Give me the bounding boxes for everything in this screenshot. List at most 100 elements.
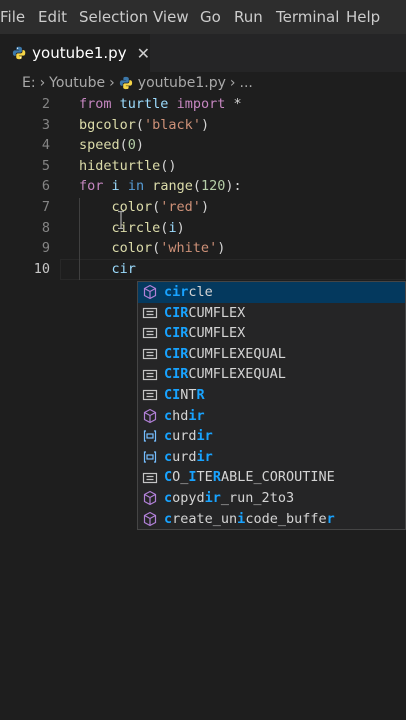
- breadcrumb-drive[interactable]: E:: [22, 75, 36, 91]
- menu-bar: File Edit Selection View Go Run Terminal…: [0, 0, 406, 34]
- code-line[interactable]: 8 circle(i): [0, 218, 406, 239]
- chevron-right-icon: ›: [39, 75, 46, 91]
- autocomplete-popup: circle CIRCUMFLEX CIRCUMFLEX CIRCUMFLEXEQUA…: [137, 281, 406, 530]
- code-token: turtle: [119, 96, 169, 112]
- label-part: CIR: [164, 366, 189, 383]
- breadcrumb-file[interactable]: youtube1.py: [138, 75, 226, 91]
- code-text: circle(i): [79, 218, 185, 239]
- suggestion-item[interactable]: CINTR: [138, 385, 405, 406]
- tab-title: youtube1.py: [32, 44, 127, 62]
- suggestion-label: CINTR: [164, 385, 205, 406]
- suggestion-item[interactable]: CIRCUMFLEXEQUAL: [138, 344, 405, 365]
- tab-youtube1[interactable]: youtube1.py ✕: [0, 34, 150, 72]
- label-part: ABLE_COROUTINE: [220, 469, 335, 486]
- code-line[interactable]: 7 color('red'): [0, 197, 406, 218]
- suggestion-item[interactable]: CIRCUMFLEX: [138, 323, 405, 344]
- menu-help[interactable]: Help: [346, 8, 380, 26]
- code-token: 'white': [160, 240, 218, 257]
- text-cursor-icon: [118, 211, 124, 229]
- label-part: c: [164, 407, 173, 424]
- suggestion-item[interactable]: curdir: [138, 426, 405, 447]
- code-token: 'red': [160, 199, 201, 215]
- code-line[interactable]: 6 for i in range(120):: [0, 176, 406, 197]
- menu-view[interactable]: View: [153, 8, 189, 26]
- menu-run[interactable]: Run: [234, 8, 263, 26]
- code-token: hideturtle: [79, 157, 161, 174]
- constant-icon: [142, 348, 158, 360]
- label-part: reate_un: [172, 510, 238, 527]
- suggestion-label: curdir: [164, 447, 213, 468]
- python-icon: [12, 46, 26, 60]
- label-part: r: [326, 510, 335, 527]
- breadcrumb-more[interactable]: ...: [240, 75, 253, 91]
- menu-edit[interactable]: Edit: [38, 8, 67, 26]
- code-text: speed(0): [79, 135, 144, 156]
- code-token: for: [79, 178, 104, 195]
- constant-icon: [142, 472, 158, 483]
- suggestion-label: chdir: [164, 406, 205, 427]
- code-token: color: [111, 240, 153, 257]
- code-token: ): [200, 116, 210, 133]
- line-number: 9: [41, 240, 50, 257]
- line-number: 6: [41, 178, 50, 195]
- menu-selection[interactable]: Selection: [79, 8, 148, 26]
- code-line[interactable]: 2 from turtle import *: [0, 94, 406, 115]
- variable-icon: [143, 430, 157, 443]
- label-part: ir: [196, 448, 213, 465]
- code-token: import: [176, 96, 226, 112]
- code-line[interactable]: 5 hideturtle(): [0, 156, 406, 177]
- code-token: ): [176, 219, 185, 236]
- code-token: 120: [201, 178, 226, 195]
- menu-file[interactable]: File: [0, 8, 25, 26]
- code-token: speed: [79, 137, 120, 154]
- suggestion-label: create_unicode_buffer: [164, 509, 335, 530]
- code-text: from turtle import *: [79, 94, 242, 115]
- code-token: ): [217, 240, 226, 257]
- menu-terminal[interactable]: Terminal: [276, 8, 339, 26]
- label-part: CIR: [164, 304, 189, 321]
- suggestion-label: CO_ITERABLE_COROUTINE: [164, 467, 335, 488]
- suggestion-item[interactable]: chdir: [138, 406, 405, 427]
- code-text: cir: [79, 259, 136, 280]
- code-token: (: [135, 116, 145, 133]
- code-token: from: [79, 96, 112, 112]
- label-part: hd: [172, 407, 189, 424]
- suggestion-item[interactable]: create_unicode_buffer: [138, 509, 405, 530]
- label-part: CUMFLEX: [188, 325, 246, 342]
- label-part: NT: [180, 387, 197, 403]
- code-line[interactable]: 3 bgcolor('black'): [0, 115, 406, 136]
- menu-go[interactable]: Go: [200, 8, 221, 26]
- cube-icon: [143, 491, 157, 506]
- code-token: in: [127, 178, 145, 195]
- suggestion-item[interactable]: curdir: [138, 447, 405, 468]
- suggestion-item[interactable]: CIRCUMFLEX: [138, 303, 405, 324]
- code-line[interactable]: 10 cir: [0, 259, 406, 280]
- suggestion-label: curdir: [164, 426, 213, 447]
- code-text: for i in range(120):: [79, 176, 242, 197]
- label-part: code_buffe: [245, 510, 327, 527]
- code-token: (): [160, 157, 177, 174]
- code-token: 'black': [144, 116, 201, 133]
- constant-icon: [142, 328, 158, 339]
- line-number: 7: [41, 199, 50, 215]
- close-icon[interactable]: ✕: [137, 44, 150, 63]
- suggestion-item[interactable]: CIRCUMFLEXEQUAL: [138, 364, 405, 385]
- suggestion-item[interactable]: CO_ITERABLE_COROUTINE: [138, 467, 405, 488]
- label-part: R: [212, 469, 221, 486]
- line-number: 4: [41, 137, 50, 154]
- code-line[interactable]: 9 color('white'): [0, 238, 406, 259]
- suggestion-item[interactable]: circle: [138, 282, 405, 303]
- label-part: TE: [196, 469, 213, 486]
- constant-icon: [142, 369, 158, 380]
- code-line[interactable]: 4 speed(0): [0, 135, 406, 156]
- suggestion-label: CIRCUMFLEXEQUAL: [164, 344, 286, 365]
- suggestion-item[interactable]: copydir_run_2to3: [138, 488, 405, 509]
- breadcrumb-folder[interactable]: Youtube: [49, 75, 105, 91]
- code-token: ): [200, 199, 210, 215]
- suggestion-label: CIRCUMFLEXEQUAL: [164, 364, 286, 385]
- code-token: i: [168, 219, 177, 236]
